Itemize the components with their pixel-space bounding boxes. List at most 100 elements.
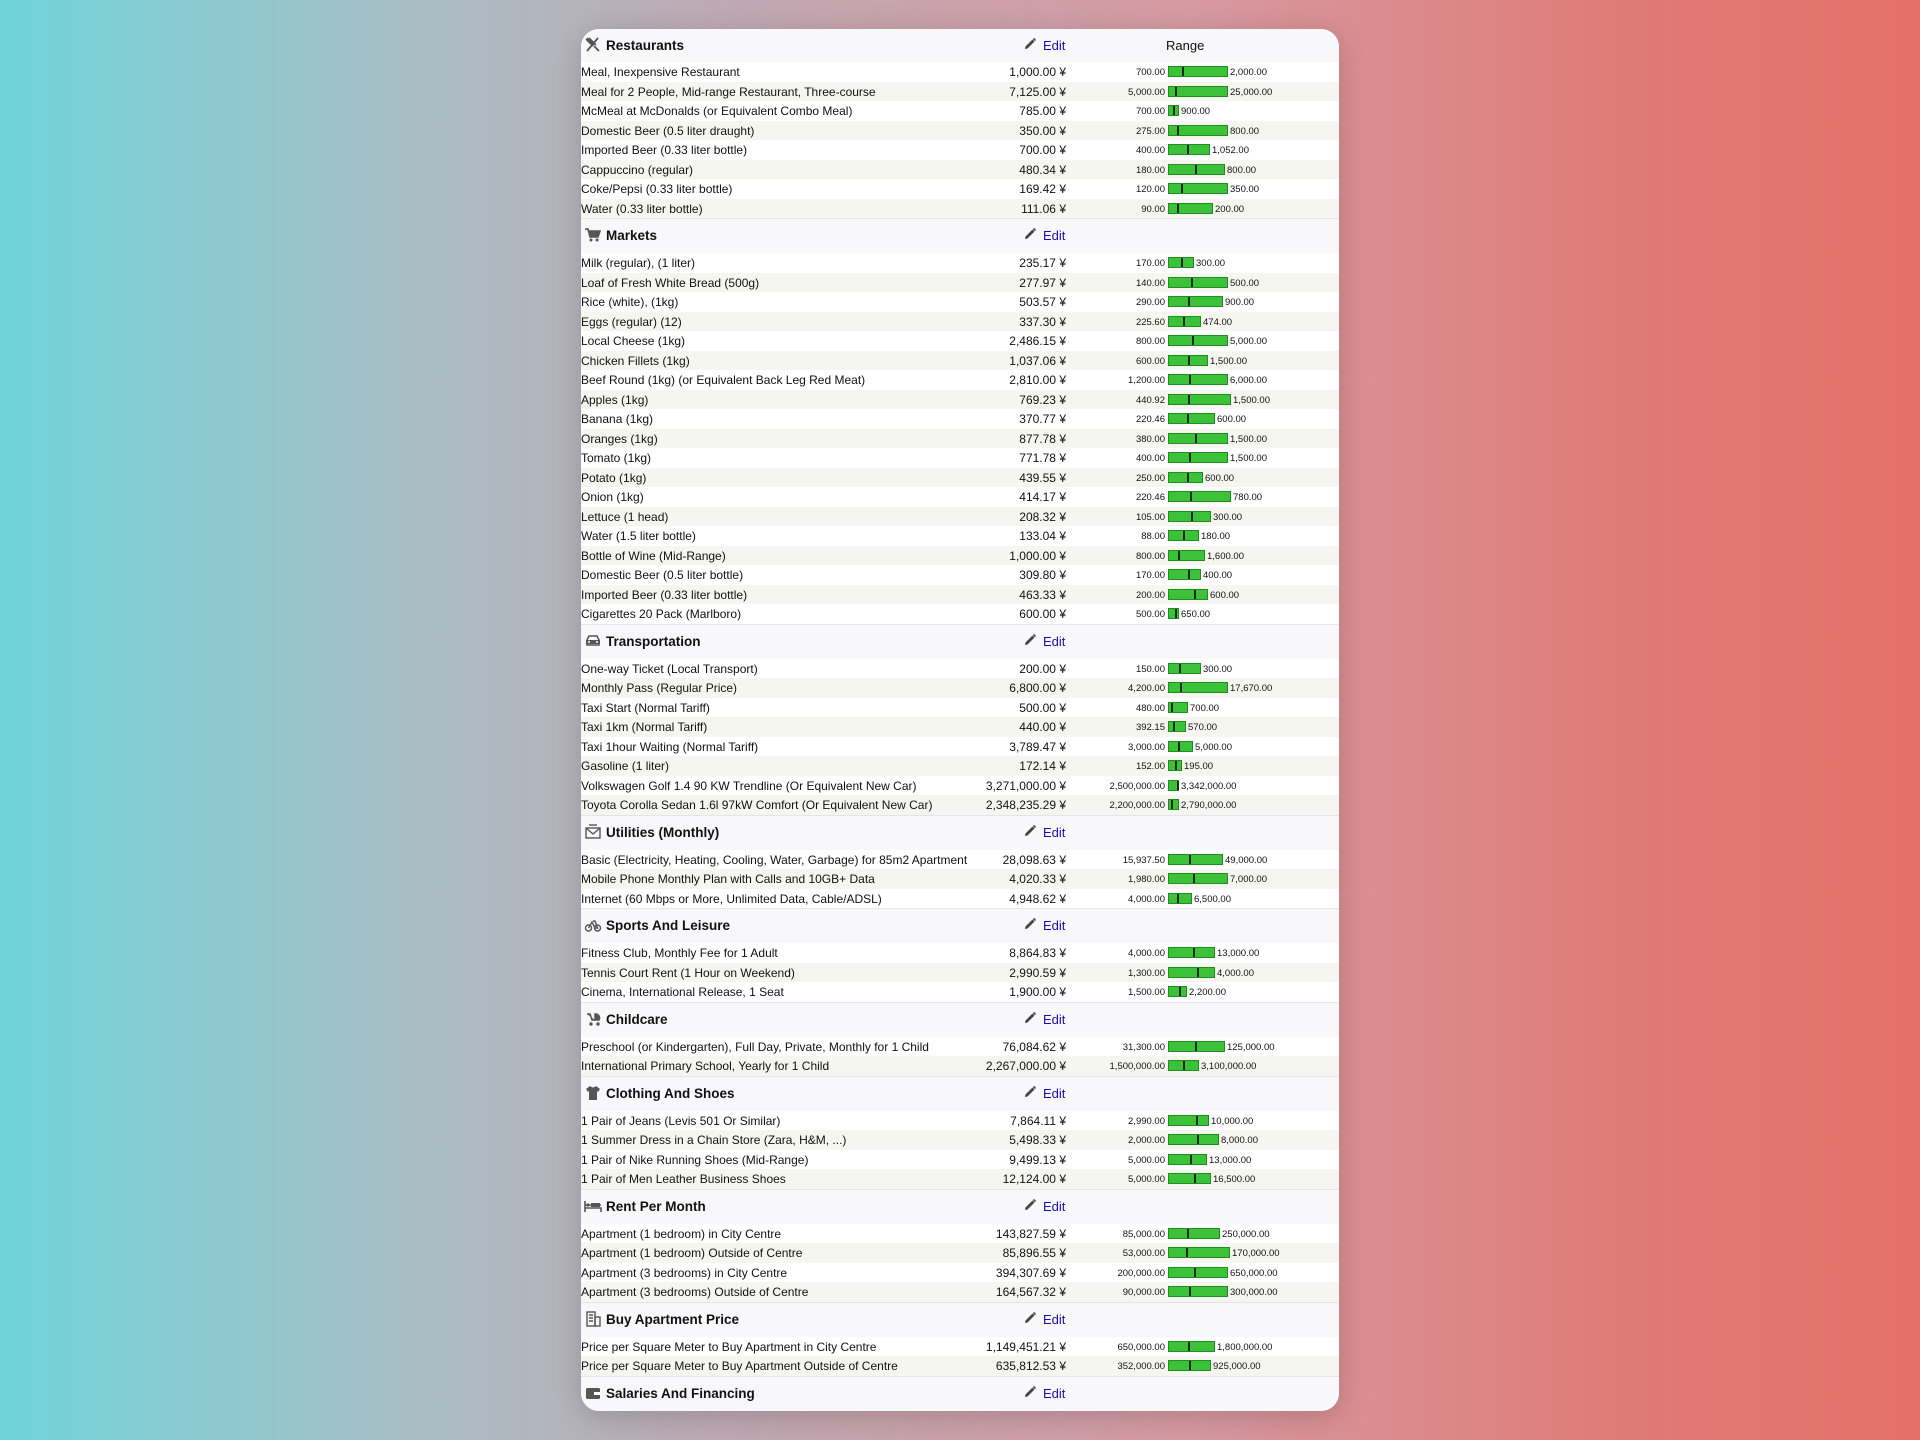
range-marker xyxy=(1189,375,1191,384)
pencil-icon[interactable] xyxy=(1023,824,1037,838)
item-label: Milk (regular), (1 liter) xyxy=(581,256,696,270)
table-row: Domestic Beer (0.5 liter bottle) 309.80 ¥… xyxy=(581,565,1339,585)
range-marker xyxy=(1187,1228,1189,1238)
edit-link[interactable]: Edit xyxy=(1043,228,1065,243)
range-max: 170,000.00 xyxy=(1232,1248,1280,1259)
item-label: Gasoline (1 liter) xyxy=(581,759,670,773)
edit-link[interactable]: Edit xyxy=(1043,1012,1065,1027)
pencil-icon[interactable] xyxy=(1023,227,1037,241)
range-max: 3,100,000.00 xyxy=(1201,1061,1257,1072)
item-price: 337.30 ¥ xyxy=(1019,314,1066,329)
range-min: 90.00 xyxy=(1141,203,1165,215)
range-max: 49,000.00 xyxy=(1225,854,1268,866)
range-max: 25,000.00 xyxy=(1230,86,1273,98)
range-marker xyxy=(1186,1248,1188,1257)
item-label: Fitness Club, Monthly Fee for 1 Adult xyxy=(581,946,778,960)
item-label: Apartment (3 bedrooms) Outside of Centre xyxy=(581,1285,809,1299)
edit-link[interactable]: Edit xyxy=(1043,918,1065,933)
range-max: 6,000.00 xyxy=(1230,375,1267,386)
item-label: Lettuce (1 head) xyxy=(581,509,669,524)
item-price: 500.00 ¥ xyxy=(1019,700,1066,715)
table-row: Rice (white), (1kg) 503.57 ¥ 290.00 900.00 xyxy=(581,292,1339,312)
section-title: Transportation xyxy=(606,633,701,649)
range-max: 17,670.00 xyxy=(1230,683,1273,694)
range-marker xyxy=(1194,1267,1196,1277)
item-label: Water (1.5 liter bottle) xyxy=(581,529,696,543)
range-min: 1,300.00 xyxy=(1128,967,1165,979)
range-marker xyxy=(1175,761,1177,770)
item-price: 1,000.00 ¥ xyxy=(1009,548,1066,563)
pencil-icon[interactable] xyxy=(1023,1311,1037,1325)
pencil-icon[interactable] xyxy=(1023,633,1037,647)
table-row: Cigarettes 20 Pack (Marlboro) 600.00 ¥ 500… xyxy=(581,604,1339,624)
section-header-buy: Buy Apartment Price Edit xyxy=(581,1301,1339,1337)
edit-link[interactable]: Edit xyxy=(1043,1086,1065,1101)
table-row: Bottle of Wine (Mid-Range) 1,000.00 ¥ 800.… xyxy=(581,545,1339,565)
range-bar xyxy=(1168,354,1208,366)
edit-link[interactable]: Edit xyxy=(1043,634,1065,649)
range-bar xyxy=(1168,374,1228,385)
item-label: Internet (60 Mbps or More, Unlimited Dat… xyxy=(581,891,882,906)
item-label: Banana (1kg) xyxy=(581,412,654,426)
range-bar xyxy=(1168,779,1179,791)
item-price: 1,000.00 ¥ xyxy=(1009,65,1066,79)
range-max: 3,342,000.00 xyxy=(1181,780,1237,792)
pencil-icon[interactable] xyxy=(1023,1198,1037,1212)
range-max: 650.00 xyxy=(1181,609,1211,620)
pencil-icon[interactable] xyxy=(1023,1011,1037,1025)
range-bar xyxy=(1168,335,1228,346)
range-max: 600.00 xyxy=(1217,414,1247,425)
pencil-icon[interactable] xyxy=(1023,917,1037,931)
section-title: Rent Per Month xyxy=(606,1198,706,1214)
range-marker xyxy=(1177,203,1179,213)
edit-link[interactable]: Edit xyxy=(1043,1386,1065,1401)
section-title: Markets xyxy=(606,228,658,243)
item-label: Taxi 1hour Waiting (Normal Tariff) xyxy=(581,739,759,754)
range-max: 570.00 xyxy=(1188,722,1218,733)
range-marker xyxy=(1189,1361,1191,1370)
edit-link[interactable]: Edit xyxy=(1043,825,1065,840)
range-min: 3,000.00 xyxy=(1128,741,1165,753)
range-max: 195.00 xyxy=(1184,761,1214,772)
range-marker xyxy=(1175,86,1177,96)
edit-link[interactable]: Edit xyxy=(1043,38,1065,53)
range-bar xyxy=(1168,740,1193,752)
item-label: Domestic Beer (0.5 liter draught) xyxy=(581,123,755,138)
table-row: Cappuccino (regular) 480.34 ¥ 180.00 800.00 xyxy=(581,159,1339,179)
table-row: Domestic Beer (0.5 liter draught) 350.00 … xyxy=(581,120,1339,140)
item-label: Rice (white), (1kg) xyxy=(581,295,679,309)
range-bar xyxy=(1168,491,1231,502)
range-max: 2,790,000.00 xyxy=(1181,800,1237,811)
item-price: 2,267,000.00 ¥ xyxy=(985,1059,1066,1073)
item-label: Bottle of Wine (Mid-Range) xyxy=(581,548,726,563)
item-label: Coke/Pepsi (0.33 liter bottle) xyxy=(581,182,733,196)
range-bar xyxy=(1168,569,1201,580)
edit-link[interactable]: Edit xyxy=(1043,1312,1065,1327)
item-price: 1,900.00 ¥ xyxy=(1009,985,1066,999)
pencil-icon[interactable] xyxy=(1023,1085,1037,1099)
range-marker xyxy=(1197,967,1199,977)
item-price: 2,348,235.29 ¥ xyxy=(985,798,1066,812)
range-marker xyxy=(1193,874,1195,883)
pencil-icon[interactable] xyxy=(1023,1385,1037,1399)
range-max: 250,000.00 xyxy=(1222,1228,1270,1240)
range-bar xyxy=(1168,257,1194,268)
item-label: Oranges (1kg) xyxy=(581,431,658,446)
range-marker xyxy=(1177,780,1179,790)
pencil-icon[interactable] xyxy=(1023,37,1037,51)
item-label: One-way Ticket (Local Transport) xyxy=(581,661,758,676)
range-max: 1,500.00 xyxy=(1230,433,1267,445)
range-marker xyxy=(1187,145,1189,154)
range-bar xyxy=(1168,530,1199,541)
range-max: 600.00 xyxy=(1210,589,1240,601)
table-row: McMeal at McDonalds (or Equivalent Combo… xyxy=(581,101,1339,121)
item-price: 771.78 ¥ xyxy=(1019,451,1066,465)
edit-link[interactable]: Edit xyxy=(1043,1199,1065,1214)
section-title: Sports And Leisure xyxy=(606,918,731,933)
range-min: 440.92 xyxy=(1135,394,1165,406)
range-max: 10,000.00 xyxy=(1211,1115,1254,1127)
range-min: 1,500,000.00 xyxy=(1109,1061,1165,1072)
range-marker xyxy=(1188,297,1190,306)
range-min: 400.00 xyxy=(1135,453,1165,464)
section-header-markets: Markets Edit xyxy=(581,218,1339,253)
